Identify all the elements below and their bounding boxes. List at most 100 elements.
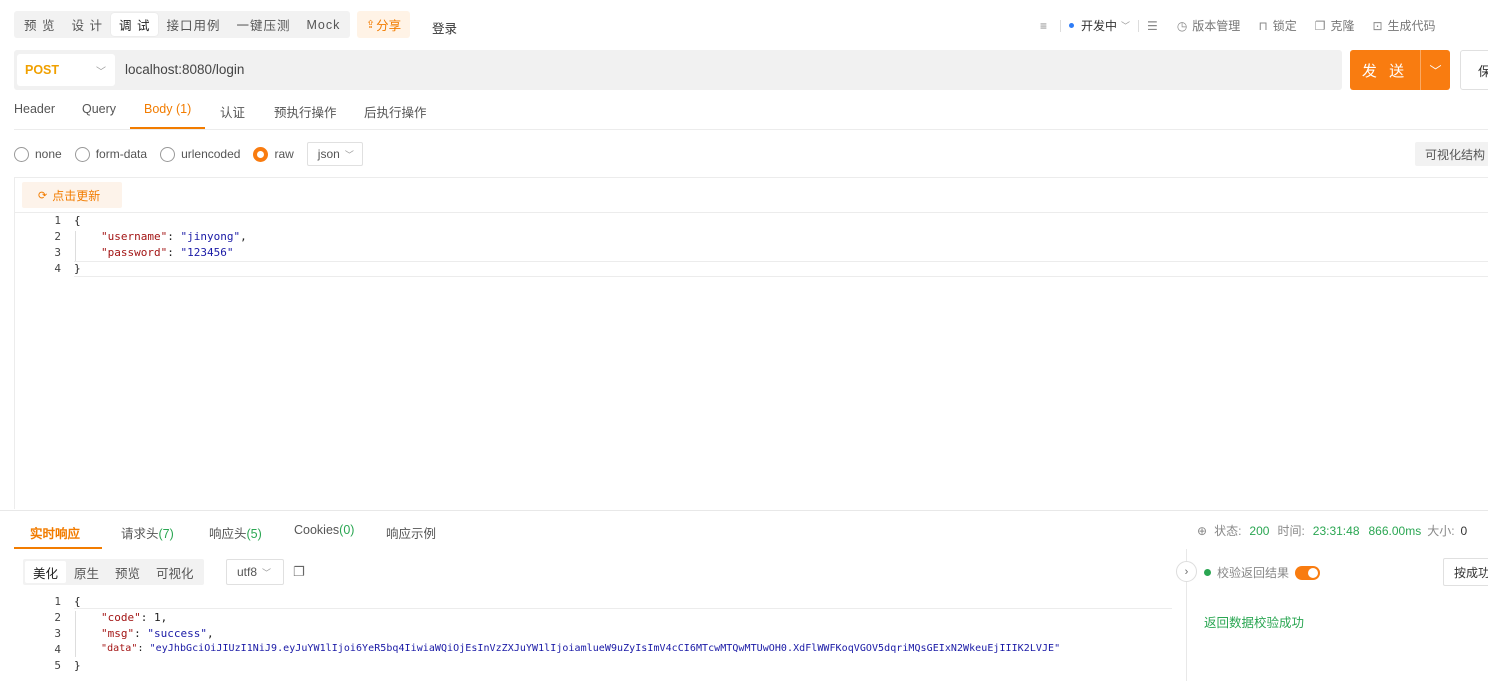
mode-load-test[interactable]: 一键压测 [228, 13, 298, 36]
line-number: 4 [54, 643, 61, 656]
tab-label: Cookies [294, 523, 340, 537]
radio[interactable] [160, 146, 176, 162]
tab-pre-script[interactable]: 预执行操作 [274, 102, 337, 121]
chevron-down-icon[interactable]: ﹀ [1420, 50, 1450, 90]
chevron-down-icon: ﹀ [1121, 21, 1131, 31]
json-key: "username" [101, 230, 168, 243]
radio-label: none [35, 147, 62, 161]
status-dot [1204, 569, 1211, 576]
tab-response-headers[interactable]: 响应头(5) [209, 523, 262, 542]
json-string: "jinyong" [180, 230, 241, 243]
validate-mode-button[interactable]: 按成功 [1443, 558, 1488, 586]
format-pretty[interactable]: 美化 [25, 561, 67, 583]
brace: { [74, 214, 81, 227]
tab-body[interactable]: Body (1) [144, 102, 191, 116]
tab-response-examples[interactable]: 响应示例 [386, 523, 436, 542]
body-type-raw[interactable]: raw [253, 143, 294, 165]
mode-preview[interactable]: 预 览 [16, 13, 63, 36]
response-status: ⊕ 状态: 200 时间: 23:31:48 866.00ms 大小: 0 [1197, 522, 1467, 539]
validation-message: 返回数据校验成功 [1204, 616, 1305, 630]
code-line: "code": 1, [101, 611, 168, 624]
copy-icon[interactable]: ❐ [293, 564, 305, 580]
clock-icon: ◷ [1176, 18, 1188, 33]
tab-auth[interactable]: 认证 [220, 102, 245, 121]
line-number: 3 [54, 627, 61, 640]
size-label: 大小: [1427, 524, 1455, 538]
tab-request-headers[interactable]: 请求头(7) [121, 523, 174, 542]
clone-button[interactable]: ❐ 克隆 [1315, 17, 1355, 34]
mode-debug[interactable]: 调 试 [110, 13, 159, 36]
tab-label: 响应示例 [386, 527, 437, 541]
active-tab-indicator [130, 127, 205, 129]
body-type-form-data[interactable]: form-data [74, 143, 147, 165]
radio[interactable] [74, 146, 90, 162]
tab-cookies[interactable]: Cookies(0) [294, 523, 354, 537]
refresh-button[interactable]: ⟳ 点击更新 [22, 182, 122, 208]
format-preview[interactable]: 预览 [107, 561, 148, 583]
mode-mock[interactable]: Mock [298, 13, 348, 36]
validate-toggle[interactable] [1295, 565, 1321, 580]
share-icon: ⇪ [365, 19, 376, 31]
line-number: 5 [54, 659, 61, 672]
mode-design[interactable]: 设 计 [63, 13, 110, 36]
tab-header[interactable]: Header [14, 102, 55, 116]
refresh-label: 点击更新 [52, 188, 101, 203]
json-key: "code" [101, 611, 141, 624]
format-raw[interactable]: 原生 [66, 561, 107, 583]
tab-count: (7) [158, 527, 174, 541]
gencode-label: 生成代码 [1387, 19, 1436, 33]
encoding-select[interactable]: utf8 ﹀ [226, 559, 284, 585]
tab-post-script[interactable]: 后执行操作 [364, 102, 427, 121]
list-icon-button[interactable]: ≡ [1040, 19, 1052, 33]
tab-label: 预执行操作 [274, 106, 337, 120]
outline-icon: ☰ [1147, 18, 1158, 33]
chevron-right-icon[interactable]: › [1176, 561, 1197, 582]
tab-label: 认证 [220, 106, 246, 120]
tab-label: Header [14, 102, 55, 116]
send-button[interactable]: 发 送 ﹀ [1350, 50, 1450, 90]
version-button[interactable]: ◷ 版本管理 [1177, 17, 1241, 34]
mode-switcher: 预 览 设 计 调 试 接口用例 一键压测 Mock [14, 11, 351, 38]
lock-label: 锁定 [1272, 19, 1297, 33]
method-select[interactable]: POST ﹀ [17, 54, 115, 86]
outline-button[interactable]: ☰ [1147, 19, 1163, 33]
radio[interactable] [14, 146, 29, 162]
body-type-none[interactable]: none [14, 143, 62, 165]
validate-label: 校验返回结果 [1217, 566, 1290, 580]
json-string: "eyJhbGciOiJIUzI1NiJ9.eyJuYW1lIjoi6YeR5b… [149, 643, 1061, 654]
code-line: "password": "123456" [101, 246, 234, 259]
json-string: "success" [147, 627, 207, 640]
login-link[interactable]: 登录 [432, 18, 457, 37]
globe-icon: ⊕ [1197, 523, 1208, 538]
list-icon: ≡ [1040, 18, 1048, 33]
response-format-group: 美化 原生 预览 可视化 [23, 559, 204, 585]
chevron-down-icon: ﹀ [262, 567, 272, 578]
raw-format-select[interactable]: json ﹀ [306, 142, 363, 166]
brace: } [74, 659, 81, 672]
tab-realtime-response[interactable]: 实时响应 [30, 523, 80, 542]
refresh-icon: ⟳ [38, 189, 48, 202]
line-number: 4 [54, 262, 61, 275]
divider [14, 212, 1488, 213]
code-line: { [74, 595, 81, 608]
share-button[interactable]: ⇪ 分享 [357, 11, 410, 38]
radio-label: raw [274, 147, 294, 161]
lock-button[interactable]: ⊓ 锁定 [1258, 17, 1296, 34]
visualize-button[interactable]: 可视化结构 [1415, 142, 1488, 166]
line-number: 3 [54, 246, 61, 259]
url-input[interactable]: localhost:8080/login [125, 62, 244, 77]
tab-query[interactable]: Query [82, 102, 116, 116]
body-type-urlencoded[interactable]: urlencoded [160, 143, 240, 165]
tab-label: Body [144, 102, 173, 116]
tab-label: Query [82, 102, 117, 116]
gencode-button[interactable]: ⊡ 生成代码 [1372, 17, 1435, 34]
save-button[interactable]: 保 [1460, 50, 1488, 90]
mode-test-cases[interactable]: 接口用例 [158, 13, 228, 36]
code-line: "msg": "success", [101, 627, 214, 640]
env-select[interactable]: 开发中 ﹀ [1069, 17, 1130, 34]
time-label: 时间: [1277, 524, 1305, 538]
request-body-editor[interactable] [14, 177, 1488, 509]
code-line: "data": "eyJhbGciOiJIUzI1NiJ9.eyJuYW1lIj… [101, 643, 1061, 654]
format-visualize[interactable]: 可视化 [148, 561, 202, 583]
radio-selected[interactable] [253, 146, 269, 162]
